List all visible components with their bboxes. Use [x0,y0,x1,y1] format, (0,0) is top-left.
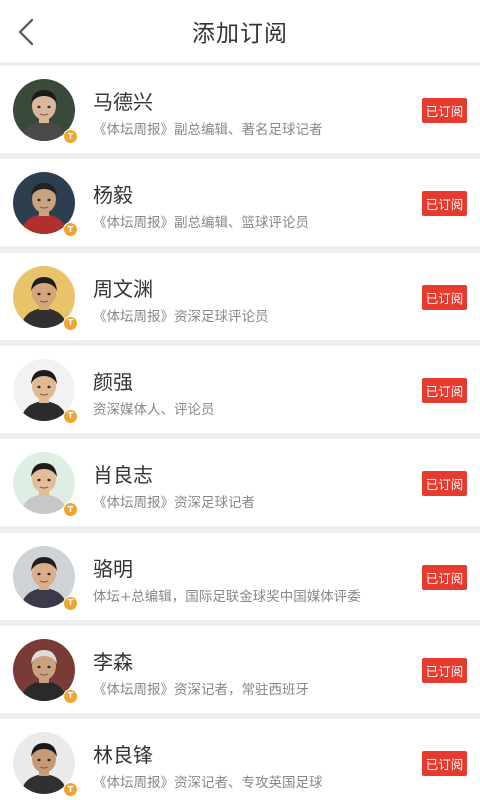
subscription-row[interactable]: T 林良锋 《体坛周报》资深记者、专攻英国足球 已订阅 [0,719,480,800]
author-name: 杨毅 [93,183,133,208]
subscribed-button[interactable]: 已订阅 [422,471,467,497]
author-name: 肖良志 [93,463,153,488]
subscription-row[interactable]: T 骆明 体坛+总编辑，国际足联金球奖中国媒体评委 已订阅 [0,532,480,620]
author-name: 骆明 [93,556,133,581]
avatar[interactable]: T [13,172,78,238]
back-button[interactable] [6,10,46,54]
subscription-row[interactable]: T 颜强 资深媒体人、评论员 已订阅 [0,345,480,433]
subscription-row[interactable]: T 马德兴 《体坛周报》副总编辑、著名足球记者 已订阅 [0,66,480,153]
author-description: 资深媒体人、评论员 [93,401,215,418]
avatar[interactable]: T [13,545,78,611]
chevron-left-icon [18,18,34,46]
avatar[interactable]: T [13,358,78,424]
subscription-row[interactable]: T 周文渊 《体坛周报》资深足球评论员 已订阅 [0,252,480,340]
author-name: 周文渊 [93,276,153,301]
author-description: 《体坛周报》副总编辑、著名足球记者 [93,122,323,138]
subscribed-button[interactable]: 已订阅 [422,377,467,403]
avatar[interactable]: T [13,732,78,798]
author-name: 林良锋 [93,743,153,768]
subscribed-button[interactable]: 已订阅 [422,657,467,683]
author-description: 《体坛周报》资深记者，常驻西班牙 [93,681,309,698]
avatar[interactable]: T [13,265,78,331]
subscription-row[interactable]: T 杨毅 《体坛周报》副总编辑、篮球评论员 已订阅 [0,159,480,247]
verified-badge-icon: T [63,502,78,518]
verified-badge-icon: T [63,688,78,704]
avatar[interactable]: T [13,638,78,704]
author-description: 《体坛周报》资深足球评论员 [93,308,269,325]
subscribed-button[interactable]: 已订阅 [422,564,467,590]
subscription-row[interactable]: T 李森 《体坛周报》资深记者，常驻西班牙 已订阅 [0,625,480,713]
author-name: 颜强 [93,369,133,394]
header-bar: 添加订阅 [0,0,480,62]
author-description: 《体坛周报》资深足球记者 [93,495,255,512]
subscribed-button[interactable]: 已订阅 [422,98,467,123]
author-description: 体坛+总编辑，国际足联金球奖中国媒体评委 [93,588,361,605]
verified-badge-icon: T [63,408,78,424]
subscription-row[interactable]: T 肖良志 《体坛周报》资深足球记者 已订阅 [0,439,480,527]
author-description: 《体坛周报》资深记者、专攻英国足球 [93,775,323,792]
verified-badge-icon: T [63,129,78,144]
subscribed-button[interactable]: 已订阅 [422,751,467,777]
subscribed-button[interactable]: 已订阅 [422,191,467,217]
verified-badge-icon: T [63,315,78,331]
verified-badge-icon: T [63,782,78,798]
avatar[interactable]: T [13,452,78,518]
author-name: 李森 [93,649,133,674]
verified-badge-icon: T [63,595,78,611]
avatar[interactable]: T [13,79,78,144]
author-description: 《体坛周报》副总编辑、篮球评论员 [93,215,309,232]
page-title: 添加订阅 [192,21,288,47]
author-name: 马德兴 [93,90,153,114]
subscribed-button[interactable]: 已订阅 [422,284,467,310]
verified-badge-icon: T [63,222,78,238]
